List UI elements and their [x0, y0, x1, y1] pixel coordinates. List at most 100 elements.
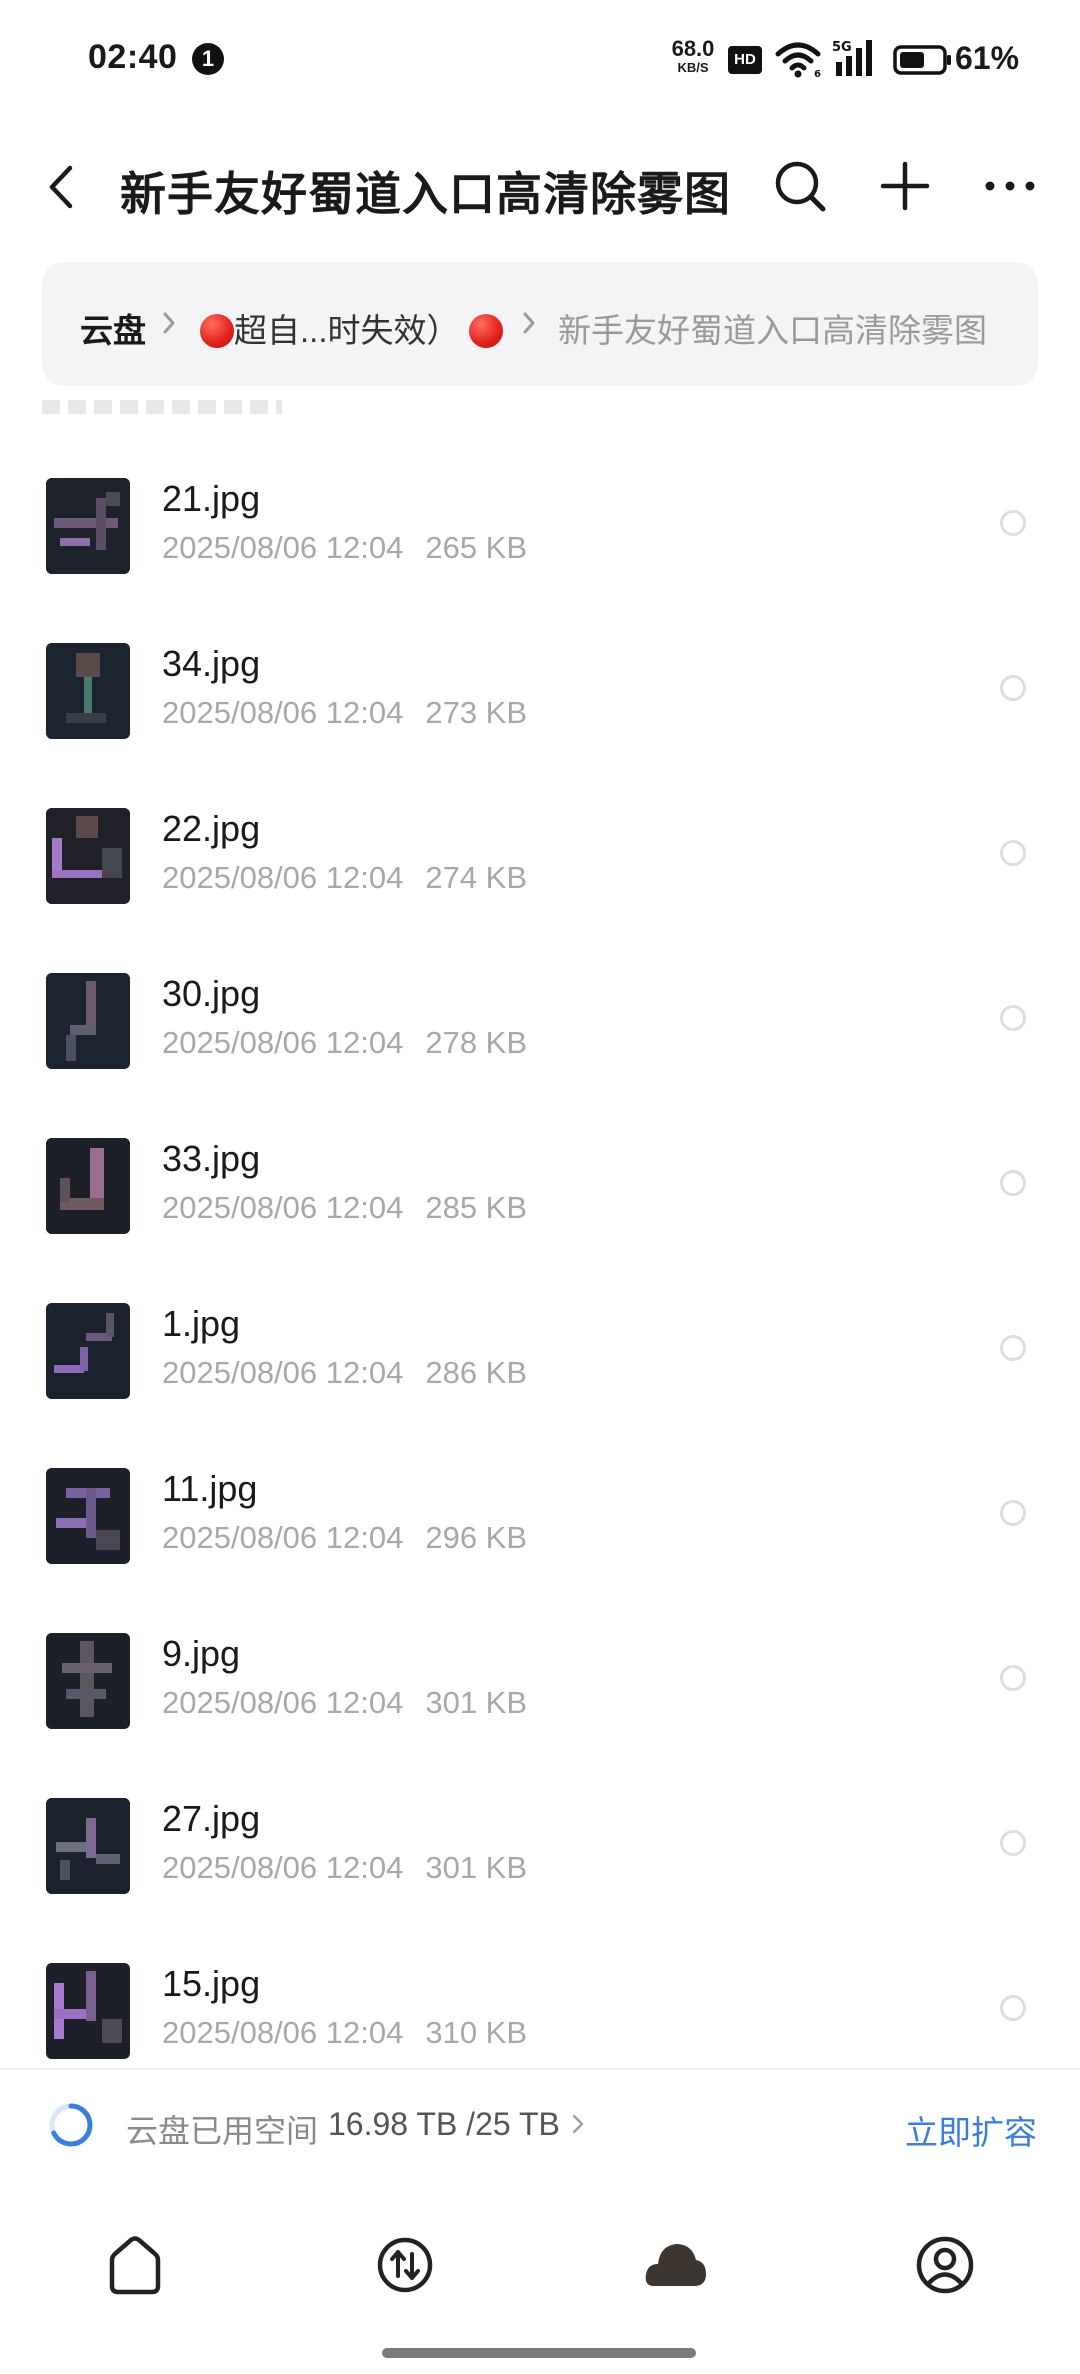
file-date: 2025/08/06 12:04	[162, 1520, 404, 1555]
expand-storage-button[interactable]: 立即扩容	[905, 2106, 1037, 2154]
select-checkbox[interactable]	[1000, 675, 1026, 701]
file-thumbnail	[46, 1468, 130, 1564]
file-thumbnail	[46, 1963, 130, 2059]
file-size: 301 KB	[425, 1850, 528, 1885]
file-name: 27.jpg	[162, 1798, 261, 1839]
file-name: 11.jpg	[162, 1468, 258, 1509]
select-checkbox[interactable]	[1000, 840, 1026, 866]
battery-percent: 61%	[955, 40, 1020, 76]
more-options-icon[interactable]	[980, 156, 1040, 216]
file-date: 2025/08/06 12:04	[162, 1025, 404, 1060]
svg-text:6: 6	[814, 69, 821, 78]
bottom-nav	[0, 2182, 1080, 2374]
home-indicator[interactable]	[382, 2348, 696, 2358]
file-meta: 2025/08/06 12:04 273 KB	[162, 695, 527, 731]
file-size: 265 KB	[425, 530, 528, 565]
select-checkbox[interactable]	[1000, 1500, 1026, 1526]
file-row[interactable]: 30.jpg 2025/08/06 12:04 278 KB	[0, 915, 1080, 1080]
file-date: 2025/08/06 12:04	[162, 695, 404, 730]
network-speed: 68.0 KB/S	[663, 36, 723, 75]
storage-label: 云盘已用空间	[126, 2113, 319, 2149]
file-name: 34.jpg	[162, 643, 261, 684]
file-meta: 2025/08/06 12:04 301 KB	[162, 1850, 527, 1886]
file-thumbnail	[46, 808, 130, 904]
file-size: 286 KB	[425, 1355, 528, 1390]
breadcrumb-parent-label: 超自...时失效）	[234, 312, 460, 349]
breadcrumb: 云盘 超自...时失效） 新手友好蜀道入口高清除雾图	[42, 262, 1038, 386]
file-meta: 2025/08/06 12:04 286 KB	[162, 1355, 527, 1391]
file-thumbnail	[46, 478, 130, 574]
file-row[interactable]: 15.jpg 2025/08/06 12:04 310 KB	[0, 1905, 1080, 2070]
file-date: 2025/08/06 12:04	[162, 530, 404, 565]
title-bar: 新手友好蜀道入口高清除雾图	[0, 120, 1080, 250]
breadcrumb-current: 新手友好蜀道入口高清除雾图	[558, 312, 987, 349]
select-checkbox[interactable]	[1000, 1665, 1026, 1691]
file-size: 274 KB	[425, 860, 528, 895]
file-size: 310 KB	[425, 2015, 528, 2050]
file-row[interactable]: 34.jpg 2025/08/06 12:04 273 KB	[0, 585, 1080, 750]
chevron-right-icon	[572, 2114, 584, 2134]
hd-badge: HD	[728, 46, 762, 74]
select-checkbox[interactable]	[1000, 1830, 1026, 1856]
file-meta: 2025/08/06 12:04 301 KB	[162, 1685, 527, 1721]
storage-value: 16.98 TB /25 TB	[328, 2106, 560, 2142]
file-name: 9.jpg	[162, 1633, 241, 1674]
file-row[interactable]: 11.jpg 2025/08/06 12:04 296 KB	[0, 1410, 1080, 1575]
file-name: 1.jpg	[162, 1303, 241, 1344]
file-meta: 2025/08/06 12:04 285 KB	[162, 1190, 527, 1226]
file-thumbnail	[46, 1303, 130, 1399]
chevron-right-icon	[523, 312, 535, 334]
home-icon[interactable]	[100, 2230, 170, 2300]
search-icon[interactable]	[770, 156, 830, 216]
battery-level-fill	[900, 52, 924, 68]
select-checkbox[interactable]	[1000, 1995, 1026, 2021]
scrolled-content-edge	[42, 400, 282, 414]
file-date: 2025/08/06 12:04	[162, 1685, 404, 1720]
red-circle-emoji-icon	[200, 314, 234, 348]
back-button[interactable]	[40, 160, 84, 214]
profile-icon[interactable]	[910, 2230, 980, 2300]
file-name: 22.jpg	[162, 808, 261, 849]
cloud-icon[interactable]	[640, 2230, 710, 2300]
storage-usage-ring-icon	[49, 2103, 93, 2147]
page-title: 新手友好蜀道入口高清除雾图	[120, 168, 731, 220]
battery-icon	[893, 45, 951, 75]
file-name: 21.jpg	[162, 478, 261, 519]
wifi-icon: 6	[775, 42, 821, 78]
status-bar: 02:40 1 68.0 KB/S HD 6 5G 61%	[0, 0, 1080, 120]
notification-badge: 1	[192, 43, 224, 75]
file-row[interactable]: 21.jpg 2025/08/06 12:04 265 KB	[0, 420, 1080, 585]
select-checkbox[interactable]	[1000, 1170, 1026, 1196]
file-size: 278 KB	[425, 1025, 528, 1060]
select-checkbox[interactable]	[1000, 510, 1026, 536]
file-meta: 2025/08/06 12:04 296 KB	[162, 1520, 527, 1556]
file-date: 2025/08/06 12:04	[162, 1355, 404, 1390]
chevron-right-icon	[163, 312, 175, 334]
storage-bar[interactable]: 云盘已用空间 16.98 TB /25 TB 立即扩容	[0, 2068, 1080, 2184]
file-row[interactable]: 33.jpg 2025/08/06 12:04 285 KB	[0, 1080, 1080, 1245]
file-name: 33.jpg	[162, 1138, 261, 1179]
transfer-icon[interactable]	[370, 2230, 440, 2300]
breadcrumb-parent-folder[interactable]: 超自...时失效）	[200, 304, 503, 352]
file-thumbnail	[46, 1633, 130, 1729]
add-icon[interactable]	[875, 156, 935, 216]
file-meta: 2025/08/06 12:04 310 KB	[162, 2015, 527, 2051]
file-size: 285 KB	[425, 1190, 528, 1225]
select-checkbox[interactable]	[1000, 1335, 1026, 1361]
signal-label: 5G	[832, 40, 852, 55]
file-size: 273 KB	[425, 695, 528, 730]
file-size: 301 KB	[425, 1685, 528, 1720]
select-checkbox[interactable]	[1000, 1005, 1026, 1031]
file-thumbnail	[46, 973, 130, 1069]
file-row[interactable]: 22.jpg 2025/08/06 12:04 274 KB	[0, 750, 1080, 915]
file-date: 2025/08/06 12:04	[162, 1190, 404, 1225]
file-row[interactable]: 9.jpg 2025/08/06 12:04 301 KB	[0, 1575, 1080, 1740]
file-meta: 2025/08/06 12:04 274 KB	[162, 860, 527, 896]
file-row[interactable]: 1.jpg 2025/08/06 12:04 286 KB	[0, 1245, 1080, 1410]
red-circle-emoji-icon	[468, 314, 503, 348]
file-row[interactable]: 27.jpg 2025/08/06 12:04 301 KB	[0, 1740, 1080, 1905]
status-time: 02:40	[88, 38, 178, 76]
network-speed-value: 68.0	[671, 36, 715, 61]
breadcrumb-root[interactable]: 云盘	[80, 304, 146, 352]
file-thumbnail	[46, 1798, 130, 1894]
